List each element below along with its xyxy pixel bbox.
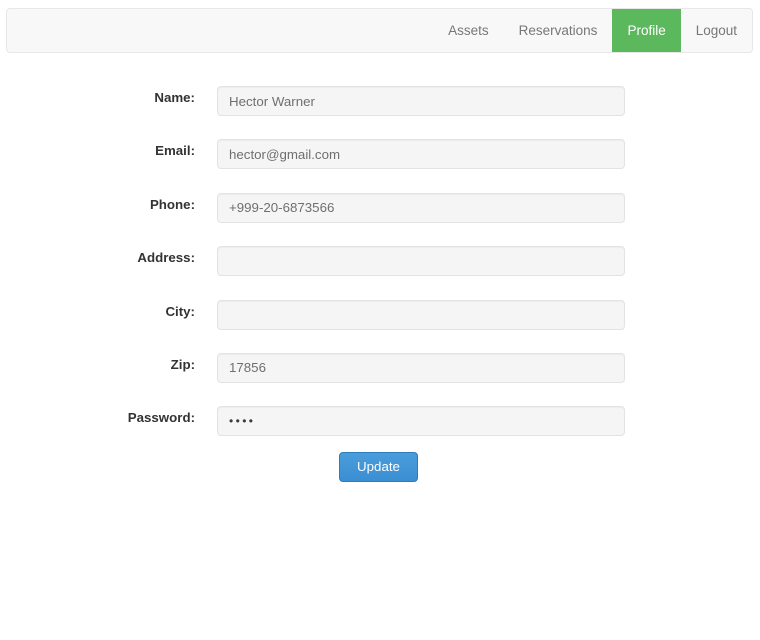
input-address[interactable] [217,246,625,277]
form-row-name: Name: [0,70,760,123]
nav-item-profile-label: Profile [627,23,666,38]
form-row-address: Address: [0,230,760,283]
label-city: City: [165,303,195,319]
nav-item-logout-label: Logout [695,23,737,38]
update-button[interactable]: Update [339,451,418,482]
input-city[interactable] [217,299,625,330]
label-address: Address: [137,250,195,266]
nav-item-assets-label: Assets [448,23,489,38]
profile-form: Name: Email: Phone: Address: City: Zip: … [0,70,760,494]
form-row-password: Password: [0,390,760,443]
input-password[interactable] [217,406,625,437]
form-actions: Update [0,444,760,494]
nav-item-reservations[interactable]: Reservations [504,9,613,52]
form-row-city: City: [0,284,760,337]
nav-item-assets[interactable]: Assets [433,9,504,52]
nav-item-logout[interactable]: Logout [681,9,752,52]
input-email[interactable] [217,139,625,170]
label-zip: Zip: [170,356,195,372]
navbar-links: Assets Reservations Profile Logout [433,9,752,52]
label-name: Name: [154,90,195,105]
nav-item-reservations-label: Reservations [518,23,598,38]
main-navbar: Assets Reservations Profile Logout [6,8,753,53]
nav-item-profile[interactable]: Profile [612,9,681,52]
label-phone: Phone: [149,196,195,212]
input-zip[interactable] [217,352,625,383]
input-name[interactable] [217,86,625,116]
label-password: Password: [127,410,195,426]
form-row-phone: Phone: [0,177,760,230]
label-email: Email: [155,143,195,159]
form-row-email: Email: [0,123,760,176]
input-phone[interactable] [217,192,625,223]
form-row-zip: Zip: [0,337,760,390]
